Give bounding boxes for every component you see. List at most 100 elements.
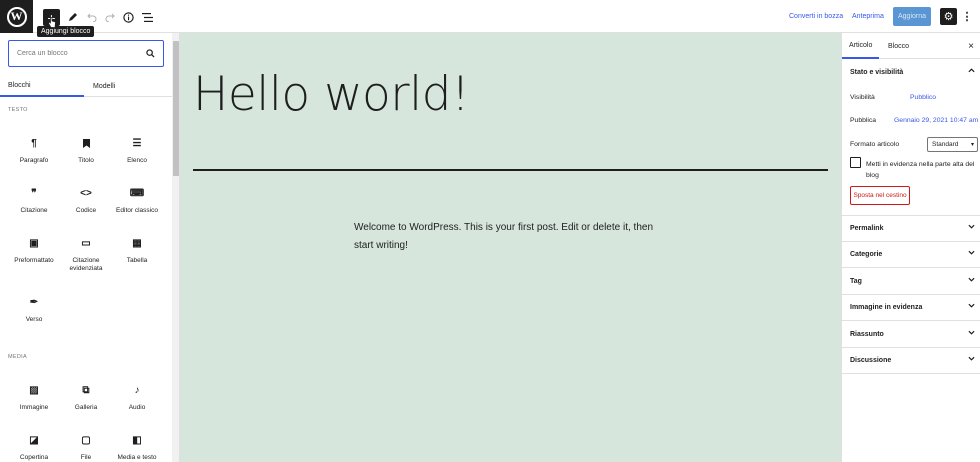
sidebar-tabs: Articolo Blocco × [842,33,980,59]
sticky-checkbox[interactable] [850,157,861,168]
wordpress-logo-button[interactable]: W [0,0,33,33]
panel-title: Categorie [850,250,883,258]
media-text-icon: ◧ [132,434,142,446]
scrollbar-thumb[interactable] [173,41,179,176]
hand-cursor-icon [48,17,56,28]
search-icon [146,49,155,58]
permalink-panel-toggle[interactable]: Permalink [842,215,980,241]
audio-icon: ♪ [134,384,140,396]
categories-panel-toggle[interactable]: Categorie [842,241,980,267]
chevron-up-icon [968,68,975,73]
block-label: Preformattato [14,257,54,264]
discussion-panel-toggle[interactable]: Discussione [842,347,980,373]
block-list[interactable]: ☰ Elenco [111,136,163,165]
tab-blocks[interactable]: Blocchi [0,76,84,97]
image-icon: ▨ [29,384,39,396]
block-label: Elenco [127,157,147,164]
post-format-value: Standard [932,141,959,148]
block-label: Tabella [126,257,148,264]
quote-icon: ❞ [31,187,37,199]
undo-button[interactable] [85,8,99,26]
featured-image-panel-toggle[interactable]: Immagine in evidenza [842,294,980,320]
editor-app: W + Converti in bozza Anteprima Aggiorna… [0,0,980,462]
paragraph-icon: ¶ [31,137,37,149]
preview-button[interactable]: Anteprima [852,13,884,20]
editor-canvas: Hello world! Welcome to WordPress. This … [180,33,841,462]
block-pullquote[interactable]: ▭ Citazione evidenziata [60,236,112,273]
list-view-button[interactable] [140,8,154,26]
close-icon: × [968,41,974,52]
cover-icon: ◪ [29,434,39,446]
save-draft-button[interactable]: Converti in bozza [789,13,843,20]
update-button[interactable]: Aggiorna [893,7,931,26]
chevron-down-icon [968,330,975,335]
panel-title: Stato e visibilità [850,68,904,76]
block-search-input[interactable] [9,41,149,66]
bookmark-icon [60,136,112,150]
post-title[interactable]: Hello world! [193,67,470,122]
visibility-label: Visibilità [850,94,875,101]
excerpt-panel-toggle[interactable]: Riassunto [842,321,980,347]
block-table[interactable]: ▦ Tabella [111,236,163,265]
code-icon: <> [80,187,92,199]
block-label: Media e testo [117,454,157,461]
tab-patterns[interactable]: Modelli [84,76,168,97]
tags-panel-toggle[interactable]: Tag [842,268,980,294]
block-paragraph[interactable]: ¶ Paragrafo [8,136,60,165]
more-options-button[interactable]: ⋮ [962,8,973,25]
panel-title: Riassunto [850,330,884,338]
redo-button[interactable] [103,8,117,26]
panel-title: Discussione [850,356,892,364]
visibility-toggle[interactable]: Pubblico [910,94,936,101]
gallery-icon: ⧉ [82,384,90,396]
pencil-icon [69,13,77,21]
block-classic-editor[interactable]: ⌨ Editor classico [111,186,163,215]
details-button[interactable] [121,8,135,26]
status-visibility-panel-toggle[interactable]: Stato e visibilità [842,59,980,85]
chevron-down-icon [968,277,975,282]
block-label: Immagine [19,404,49,411]
publish-date-toggle[interactable]: Gennaio 29, 2021 10:47 am [894,117,978,124]
paragraph-block[interactable]: Welcome to WordPress. This is your first… [354,219,674,255]
block-label: Titolo [78,157,94,164]
inserter-tabs: Blocchi Modelli [0,76,172,97]
settings-button[interactable]: ⚙ [940,8,957,25]
category-title-media: MEDIA [8,354,27,360]
list-icon: ☰ [132,137,142,149]
move-to-trash-button[interactable]: Sposta nel cestino [850,186,910,205]
chevron-down-icon: ▾ [970,142,974,148]
block-code[interactable]: <> Codice [60,186,112,215]
block-image[interactable]: ▨ Immagine [8,383,60,412]
tab-post[interactable]: Articolo [842,33,880,59]
block-label: Copertina [19,454,49,461]
settings-sidebar: Articolo Blocco × Stato e visibilità Vis… [841,33,980,462]
tab-block[interactable]: Blocco [888,33,909,59]
wordpress-logo-icon: W [6,6,27,27]
block-preformatted[interactable]: ▣ Preformattato [8,236,60,265]
block-file[interactable]: ▢ File [60,433,112,462]
block-label: Paragrafo [19,157,49,164]
separator-block[interactable] [193,169,828,171]
feather-icon: ✒ [29,296,39,308]
publish-label: Pubblica [850,117,877,124]
block-media-text[interactable]: ◧ Media e testo [111,433,163,462]
block-verse[interactable]: ✒ Verso [8,295,60,324]
close-sidebar-button[interactable]: × [968,41,974,52]
block-audio[interactable]: ♪ Audio [111,383,163,412]
block-label: Citazione evidenziata [69,257,103,272]
chevron-down-icon [968,250,975,255]
list-view-icon [141,12,153,22]
block-cover[interactable]: ◪ Copertina [8,433,60,462]
block-heading[interactable]: Titolo [60,136,112,165]
block-quote[interactable]: ❞ Citazione [8,186,60,215]
inserter-scrollbar[interactable] [172,33,179,462]
gear-icon: ⚙ [943,11,954,23]
post-format-select[interactable]: Standard ▾ [927,137,978,152]
block-label: Galleria [74,404,98,411]
table-icon: ▦ [132,237,142,249]
tools-button[interactable] [66,8,80,26]
block-gallery[interactable]: ⧉ Galleria [60,383,112,412]
undo-icon [87,13,97,22]
panel-title: Tag [850,277,862,285]
block-label: File [80,454,92,461]
